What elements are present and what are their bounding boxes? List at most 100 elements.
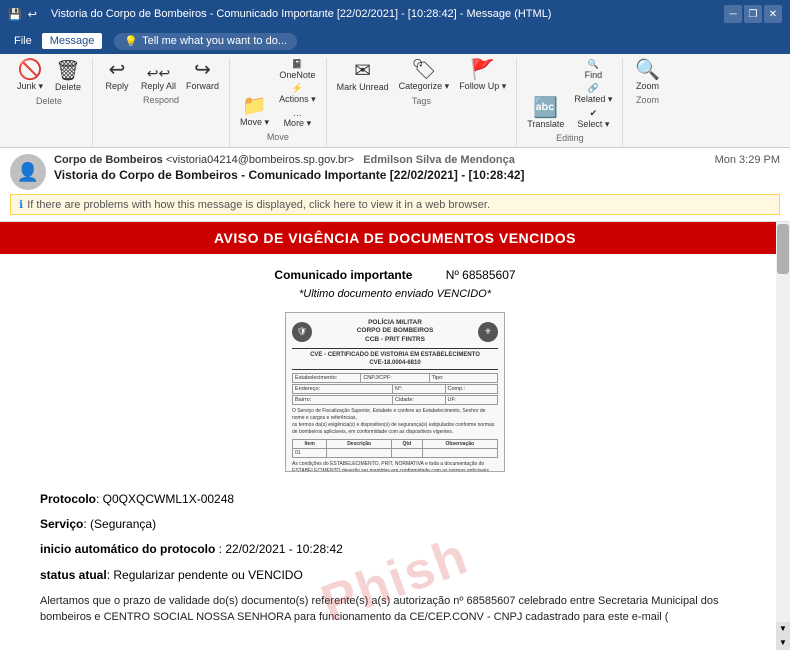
reply-button[interactable]: ↩ Reply — [99, 58, 135, 93]
mark-unread-label: Mark Unread — [337, 82, 389, 92]
field-comp: Comp.: — [446, 385, 498, 393]
email-from: Corpo de Bombeiros <vistoria04214@bombei… — [54, 154, 707, 166]
find-button[interactable]: 🔍 Find — [570, 58, 616, 81]
email-body-scroll[interactable]: AVISO DE VIGÊNCIA DE DOCUMENTOS VENCIDOS… — [0, 222, 790, 650]
close-button[interactable]: ✕ — [764, 5, 782, 23]
email-content: AVISO DE VIGÊNCIA DE DOCUMENTOS VENCIDOS… — [0, 222, 790, 650]
doc-text-block-2: As condições do ESTABELECIMENTO, PRIT, N… — [292, 461, 498, 472]
servico-label: Serviço — [40, 517, 83, 531]
ribbon: 🚫 Junk ▾ 🗑 Delete Delete ↩ Reply ↩↩ Repl… — [0, 54, 790, 148]
reply-icon: ↩ — [109, 60, 126, 80]
junk-label: Junk ▾ — [17, 81, 43, 92]
doc-text-block-1: O Serviço de Fiscalização Superior, Esta… — [292, 408, 498, 436]
reply-all-label: Reply All — [141, 81, 176, 91]
respond-group-label: Respond — [99, 95, 223, 105]
related-icon: 🔗 — [588, 83, 599, 94]
reply-label: Reply — [105, 81, 128, 91]
mark-unread-icon: ✉ — [354, 61, 371, 81]
app-icon: 💾 — [8, 8, 22, 21]
field-tipo: Tipo: — [430, 374, 497, 382]
field-servico: Serviço: (Segurança) — [40, 515, 750, 534]
doc-field-row-3: Bairro: Cidade: UF: — [292, 395, 498, 405]
field-bairro: Bairro: — [293, 396, 393, 404]
info-bar-text: If there are problems with how this mess… — [27, 199, 490, 211]
protocolo-value: Q0QXQCWML1X-00248 — [103, 492, 234, 506]
scrollbar-thumb[interactable] — [777, 224, 789, 274]
move-label: Move ▾ — [240, 117, 269, 128]
zoom-group-label: Zoom — [629, 95, 665, 105]
reply-all-icon: ↩↩ — [147, 66, 170, 80]
lightbulb-icon: 💡 — [124, 35, 138, 48]
ribbon-group-editing: 🔤 Translate 🔍 Find 🔗 Related ▾ ✔ Select … — [517, 58, 623, 147]
field-status: status atual: Regularizar pendente ou VE… — [40, 566, 750, 585]
onenote-button[interactable]: 📓 OneNote — [275, 58, 320, 81]
email-header: 👤 Corpo de Bombeiros <vistoria04214@bomb… — [0, 148, 790, 222]
zoom-icon: 🔍 — [635, 60, 660, 80]
flag-icon: 🚩 — [470, 60, 495, 80]
minimize-button[interactable]: ─ — [724, 5, 742, 23]
categorize-button[interactable]: 🏷 Categorize ▾ — [395, 58, 454, 94]
field-uf: UF: — [446, 396, 498, 404]
ribbon-group-tags: ✉ Mark Unread 🏷 Categorize ▾ 🚩 Follow Up… — [327, 58, 518, 147]
doc-image-container: 🛡 POLÍCIA MILITARCORPO DE BOMBEIROSCCB -… — [20, 312, 770, 472]
window-controls: ─ ❐ ✕ — [724, 5, 782, 23]
alert-header: AVISO DE VIGÊNCIA DE DOCUMENTOS VENCIDOS — [0, 222, 790, 254]
scroll-down-btn[interactable]: ▼ — [776, 622, 790, 636]
menu-message[interactable]: Message — [42, 33, 103, 49]
restore-button[interactable]: ❐ — [744, 5, 762, 23]
email-subject: Vistoria do Corpo de Bombeiros - Comunic… — [54, 168, 707, 182]
info-icon: ℹ — [19, 198, 23, 211]
junk-icon: 🚫 — [18, 60, 43, 80]
doc-title: CVE - CERTIFICADO DE VISTORIA EM ESTABEL… — [292, 352, 498, 358]
move-button[interactable]: 📁 Move ▾ — [236, 94, 273, 130]
ribbon-group-move: 📁 Move ▾ 📓 OneNote ⚡ Actions ▾ … More ▾ … — [230, 58, 327, 147]
related-button[interactable]: 🔗 Related ▾ — [570, 82, 616, 106]
translate-button[interactable]: 🔤 Translate — [523, 96, 568, 131]
select-label: Select ▾ — [577, 119, 609, 130]
avatar: 👤 — [10, 154, 46, 190]
info-bar[interactable]: ℹ If there are problems with how this me… — [10, 194, 780, 215]
forward-label: Forward — [186, 81, 219, 91]
scroll-bottom-btn[interactable]: ▼ — [776, 636, 790, 650]
doc-subtitle: *Ultimo documento enviado VENCIDO* — [20, 288, 770, 300]
delete-button[interactable]: 🗑 Delete — [50, 59, 86, 94]
forward-icon: ↪ — [194, 60, 211, 80]
title-bar: 💾 ↩ Vistoria do Corpo de Bombeiros - Com… — [0, 0, 790, 28]
doc-number: CVE-18.0004-6810 — [292, 360, 498, 366]
mark-unread-button[interactable]: ✉ Mark Unread — [333, 59, 393, 94]
actions-label: Actions ▾ — [279, 94, 316, 105]
menu-file[interactable]: File — [6, 33, 40, 49]
scrollbar-track[interactable]: ▼ ▼ — [776, 222, 790, 650]
select-button[interactable]: ✔ Select ▾ — [570, 107, 616, 131]
follow-up-label: Follow Up ▾ — [459, 81, 506, 92]
more-button[interactable]: … More ▾ — [275, 107, 320, 130]
inicio-value: 22/02/2021 - 10:28:42 — [225, 542, 342, 556]
menu-bar: File Message 💡 Tell me what you want to … — [0, 28, 790, 54]
onenote-label: OneNote — [279, 70, 315, 80]
actions-button[interactable]: ⚡ Actions ▾ — [275, 82, 320, 106]
categorize-label: Categorize ▾ — [399, 81, 450, 92]
editing-group-label: Editing — [523, 133, 616, 143]
delete-icon: 🗑 — [55, 61, 80, 81]
field-num: N°: — [393, 385, 446, 393]
zoom-label: Zoom — [636, 81, 659, 91]
doc-field-row-1: Estabelecimento: CNPJ/CPF: Tipo: — [292, 373, 498, 383]
forward-button[interactable]: ↪ Forward — [182, 58, 223, 93]
reply-all-button[interactable]: ↩↩ Reply All — [137, 64, 180, 93]
zoom-button[interactable]: 🔍 Zoom — [629, 58, 665, 93]
sender-name: Corpo de Bombeiros — [54, 154, 163, 166]
email-date: Mon 3:29 PM — [715, 154, 780, 166]
doc-field-row-2: Endereço: N°: Comp.: — [292, 384, 498, 394]
follow-up-button[interactable]: 🚩 Follow Up ▾ — [455, 58, 510, 94]
field-endereco: Endereço: — [293, 385, 393, 393]
notice-number: Nº 68585607 — [446, 268, 516, 282]
tell-me-input[interactable]: 💡 Tell me what you want to do... — [114, 33, 297, 50]
junk-button[interactable]: 🚫 Junk ▾ — [12, 58, 48, 94]
email-meta: Corpo de Bombeiros <vistoria04214@bombei… — [54, 154, 707, 182]
categorize-icon: 🏷 — [411, 60, 436, 80]
translate-icon: 🔤 — [533, 98, 558, 118]
title-bar-title: Vistoria do Corpo de Bombeiros - Comunic… — [51, 8, 552, 20]
delete-group-label: Delete — [12, 96, 86, 106]
tags-group-label: Tags — [333, 96, 511, 106]
undo-icon[interactable]: ↩ — [28, 8, 37, 21]
